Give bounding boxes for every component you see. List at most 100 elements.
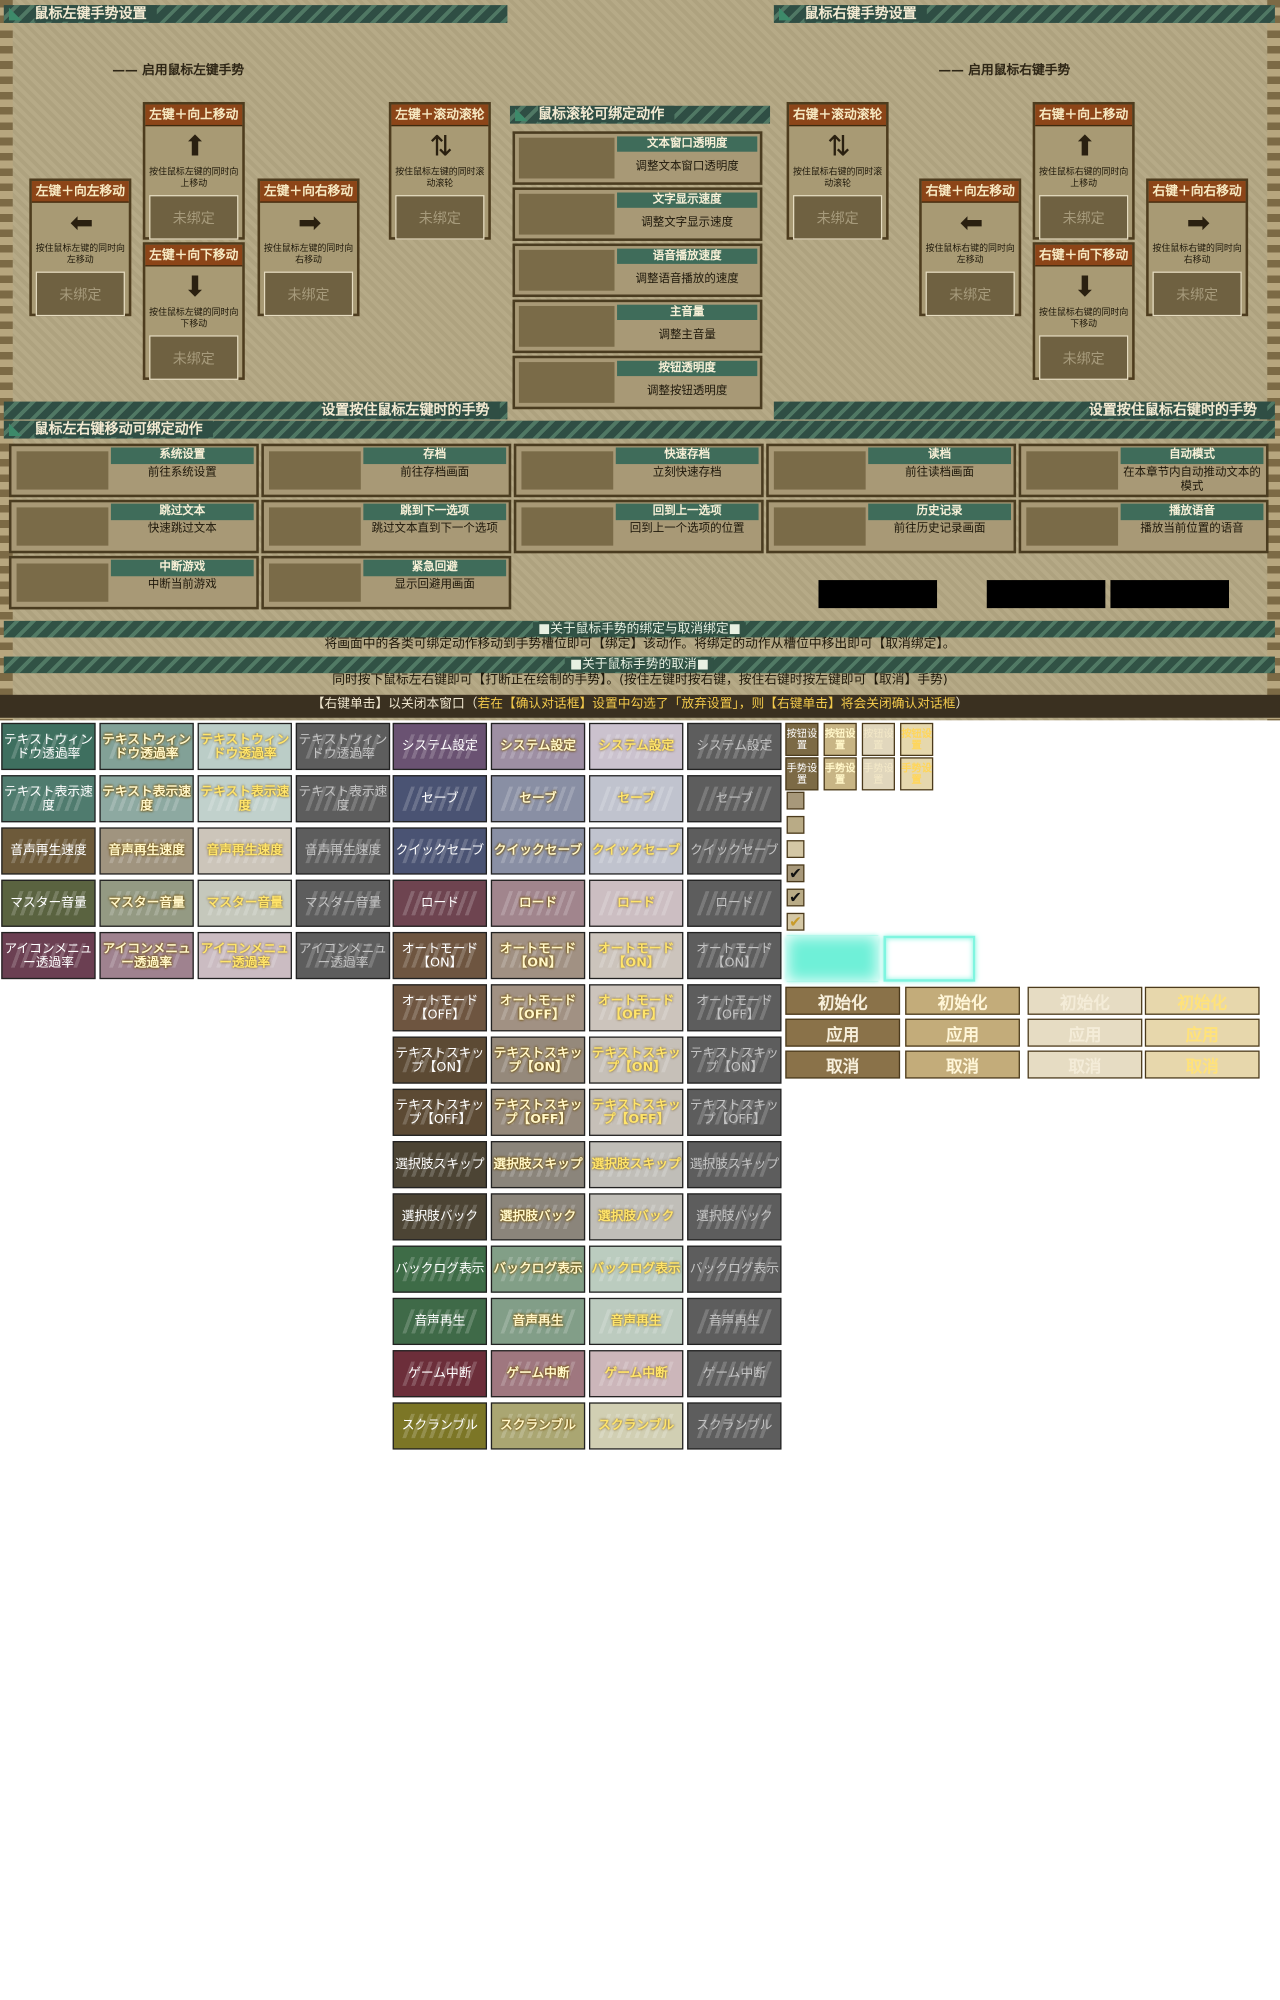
sprite-button[interactable]: スクランブル xyxy=(490,1402,586,1450)
sprite-button[interactable]: オートモード【ON】 xyxy=(392,931,488,980)
sprite-button[interactable]: アイコンメニュー透過率 xyxy=(197,931,292,980)
dialog-button[interactable]: 应用 xyxy=(1144,1018,1260,1047)
sprite-button[interactable]: スクランブル xyxy=(392,1402,488,1450)
sprite-button[interactable]: テキストスキップ【ON】 xyxy=(687,1036,782,1084)
sprite-button[interactable]: 音声再生 xyxy=(490,1297,586,1346)
sprite-button[interactable]: バックログ表示 xyxy=(589,1245,684,1293)
checkbox-checked[interactable]: ✔ xyxy=(786,864,805,883)
wheel-action[interactable]: 按钮透明度 调整按钮透明度 xyxy=(512,355,763,410)
sprite-button[interactable]: オートモード【OFF】 xyxy=(392,984,488,1032)
gesture-settings-tab-active[interactable]: 手势设置 xyxy=(900,757,934,791)
sprite-button[interactable]: テキストスキップ【ON】 xyxy=(490,1036,586,1084)
sprite-button[interactable]: オートモード【OFF】 xyxy=(687,984,782,1032)
sprite-button[interactable]: クイックセーブ xyxy=(687,827,782,875)
move-action[interactable]: 系统设置 前往系统设置 xyxy=(8,443,259,498)
move-action[interactable]: 跳过文本 快速跳过文本 xyxy=(8,499,259,554)
dialog-button[interactable]: 应用 xyxy=(785,1018,901,1047)
sprite-button[interactable]: ゲーム中断 xyxy=(490,1350,586,1398)
left-card-scroll[interactable]: 左键＋滚动滚轮 ⇅ 按住鼠标左键的同时滚动滚轮 未绑定 xyxy=(388,101,491,240)
gesture-slot[interactable]: 未绑定 xyxy=(35,271,125,317)
gesture-slot[interactable]: 未绑定 xyxy=(395,195,485,240)
sprite-button[interactable]: 選択肢バック xyxy=(490,1193,586,1241)
dialog-button[interactable]: 取消 xyxy=(905,1050,1020,1079)
sprite-button[interactable]: ロード xyxy=(687,879,782,927)
checkbox-off[interactable] xyxy=(786,791,805,810)
sprite-button[interactable]: システム設定 xyxy=(687,722,782,771)
dialog-button[interactable]: 初始化 xyxy=(785,986,901,1015)
sprite-button[interactable]: バックログ表示 xyxy=(490,1245,586,1293)
gesture-settings-tab-pressed[interactable]: 手势设置 xyxy=(861,757,895,791)
sprite-button[interactable]: ゲーム中断 xyxy=(589,1350,684,1398)
sprite-button[interactable]: クイックセーブ xyxy=(589,827,684,875)
move-action[interactable]: 紧急回避 显示回避用画面 xyxy=(261,555,512,610)
checkbox-checked-hover[interactable]: ✔ xyxy=(786,888,805,907)
sprite-button[interactable]: テキストウィンドウ透過率 xyxy=(295,722,391,771)
sprite-button[interactable]: スクランブル xyxy=(687,1402,782,1450)
sprite-button[interactable]: ゲーム中断 xyxy=(392,1350,488,1398)
sprite-button[interactable]: クイックセーブ xyxy=(490,827,586,875)
left-card-down[interactable]: 左键＋向下移动 ⬇ 按住鼠标左键的同时向下移动 未绑定 xyxy=(142,242,245,380)
sprite-button[interactable]: システム設定 xyxy=(490,722,586,771)
sprite-button[interactable]: ロード xyxy=(392,879,488,927)
right-card-up[interactable]: 右键＋向上移动 ⬆ 按住鼠标右键的同时向上移动 未绑定 xyxy=(1032,101,1135,240)
sprite-button[interactable]: マスター音量 xyxy=(1,879,96,927)
right-card-leftmove[interactable]: 右键＋向左移动 ⬅ 按住鼠标右键的同时向左移动 未绑定 xyxy=(919,178,1022,317)
sprite-button[interactable]: マスター音量 xyxy=(99,879,194,927)
dialog-button[interactable]: 应用 xyxy=(1027,1018,1143,1047)
sprite-button[interactable]: オートモード【ON】 xyxy=(589,931,684,980)
sprite-button[interactable]: 選択肢スキップ xyxy=(490,1141,586,1189)
button-settings-tab-pressed[interactable]: 按钮设置 xyxy=(861,722,895,757)
sprite-button[interactable]: 選択肢バック xyxy=(589,1193,684,1241)
sprite-button[interactable]: テキストスキップ【ON】 xyxy=(392,1036,488,1084)
left-enable-toggle[interactable]: —— 启用鼠标左键手势 xyxy=(112,59,244,78)
dialog-button[interactable]: 取消 xyxy=(1144,1050,1260,1079)
gesture-slot[interactable]: 未绑定 xyxy=(1039,335,1129,380)
sprite-button[interactable]: テキストウィンドウ透過率 xyxy=(1,722,96,771)
gesture-settings-tab[interactable]: 手势设置 xyxy=(785,757,819,791)
sprite-button[interactable]: アイコンメニュー透過率 xyxy=(99,931,194,980)
dialog-button[interactable]: 初始化 xyxy=(905,986,1020,1015)
sprite-button[interactable]: 音声再生 xyxy=(589,1297,684,1346)
sprite-button[interactable]: オートモード【ON】 xyxy=(687,931,782,980)
gesture-slot[interactable]: 未绑定 xyxy=(1152,271,1242,317)
move-action[interactable]: 存档 前往存档画面 xyxy=(261,443,512,498)
dialog-button[interactable]: 应用 xyxy=(905,1018,1020,1047)
sprite-button[interactable]: テキストスキップ【ON】 xyxy=(589,1036,684,1084)
gesture-slot[interactable]: 未绑定 xyxy=(149,335,239,380)
sprite-button[interactable]: 音声再生 xyxy=(687,1297,782,1346)
wheel-action[interactable]: 文字显示速度 调整文字显示速度 xyxy=(512,187,763,241)
gesture-slot[interactable]: 未绑定 xyxy=(1039,195,1129,240)
sprite-button[interactable]: テキスト表示速度 xyxy=(295,775,391,823)
sprite-button[interactable]: テキストウィンドウ透過率 xyxy=(197,722,292,771)
wheel-action[interactable]: 文本窗口透明度 调整文本窗口透明度 xyxy=(512,131,763,185)
sprite-button[interactable]: 選択肢スキップ xyxy=(589,1141,684,1189)
sprite-button[interactable]: ゲーム中断 xyxy=(687,1350,782,1398)
button-settings-tab-hover[interactable]: 按钮设置 xyxy=(823,722,857,757)
dialog-button[interactable]: 取消 xyxy=(785,1050,901,1079)
sprite-button[interactable]: アイコンメニュー透過率 xyxy=(1,931,96,980)
sprite-button[interactable]: オートモード【OFF】 xyxy=(490,984,586,1032)
sprite-button[interactable]: セーブ xyxy=(392,775,488,823)
sprite-button[interactable]: バックログ表示 xyxy=(687,1245,782,1293)
sprite-button[interactable]: テキスト表示速度 xyxy=(99,775,194,823)
right-enable-toggle[interactable]: —— 启用鼠标右键手势 xyxy=(938,59,1070,78)
sprite-button[interactable]: スクランブル xyxy=(589,1402,684,1450)
sprite-button[interactable]: 音声再生 xyxy=(392,1297,488,1346)
left-card-leftmove[interactable]: 左键＋向左移动 ⬅ 按住鼠标左键的同时向左移动 未绑定 xyxy=(29,178,132,317)
gesture-slot[interactable]: 未绑定 xyxy=(925,271,1015,317)
sprite-button[interactable]: テキストスキップ【OFF】 xyxy=(589,1088,684,1136)
dialog-button[interactable]: 初始化 xyxy=(1144,986,1260,1015)
wheel-action[interactable]: 主音量 调整主音量 xyxy=(512,299,763,354)
move-action[interactable]: 跳到下一选项 跳过文本直到下一个选项 xyxy=(261,499,512,554)
gesture-slot[interactable]: 未绑定 xyxy=(263,271,354,317)
sprite-button[interactable]: オートモード【OFF】 xyxy=(589,984,684,1032)
move-action[interactable]: 播放语音 播放当前位置的语音 xyxy=(1018,499,1269,554)
left-card-rightmove[interactable]: 左键＋向右移动 ➡ 按住鼠标左键的同时向右移动 未绑定 xyxy=(257,178,360,317)
sprite-button[interactable]: マスター音量 xyxy=(197,879,292,927)
sprite-button[interactable]: 選択肢バック xyxy=(687,1193,782,1241)
sprite-button[interactable]: ロード xyxy=(490,879,586,927)
move-action[interactable]: 中断游戏 中断当前游戏 xyxy=(8,555,259,610)
right-card-scroll[interactable]: 右键＋滚动滚轮 ⇅ 按住鼠标右键的同时滚动滚轮 未绑定 xyxy=(786,101,889,240)
sprite-button[interactable]: バックログ表示 xyxy=(392,1245,488,1293)
sprite-button[interactable]: セーブ xyxy=(589,775,684,823)
